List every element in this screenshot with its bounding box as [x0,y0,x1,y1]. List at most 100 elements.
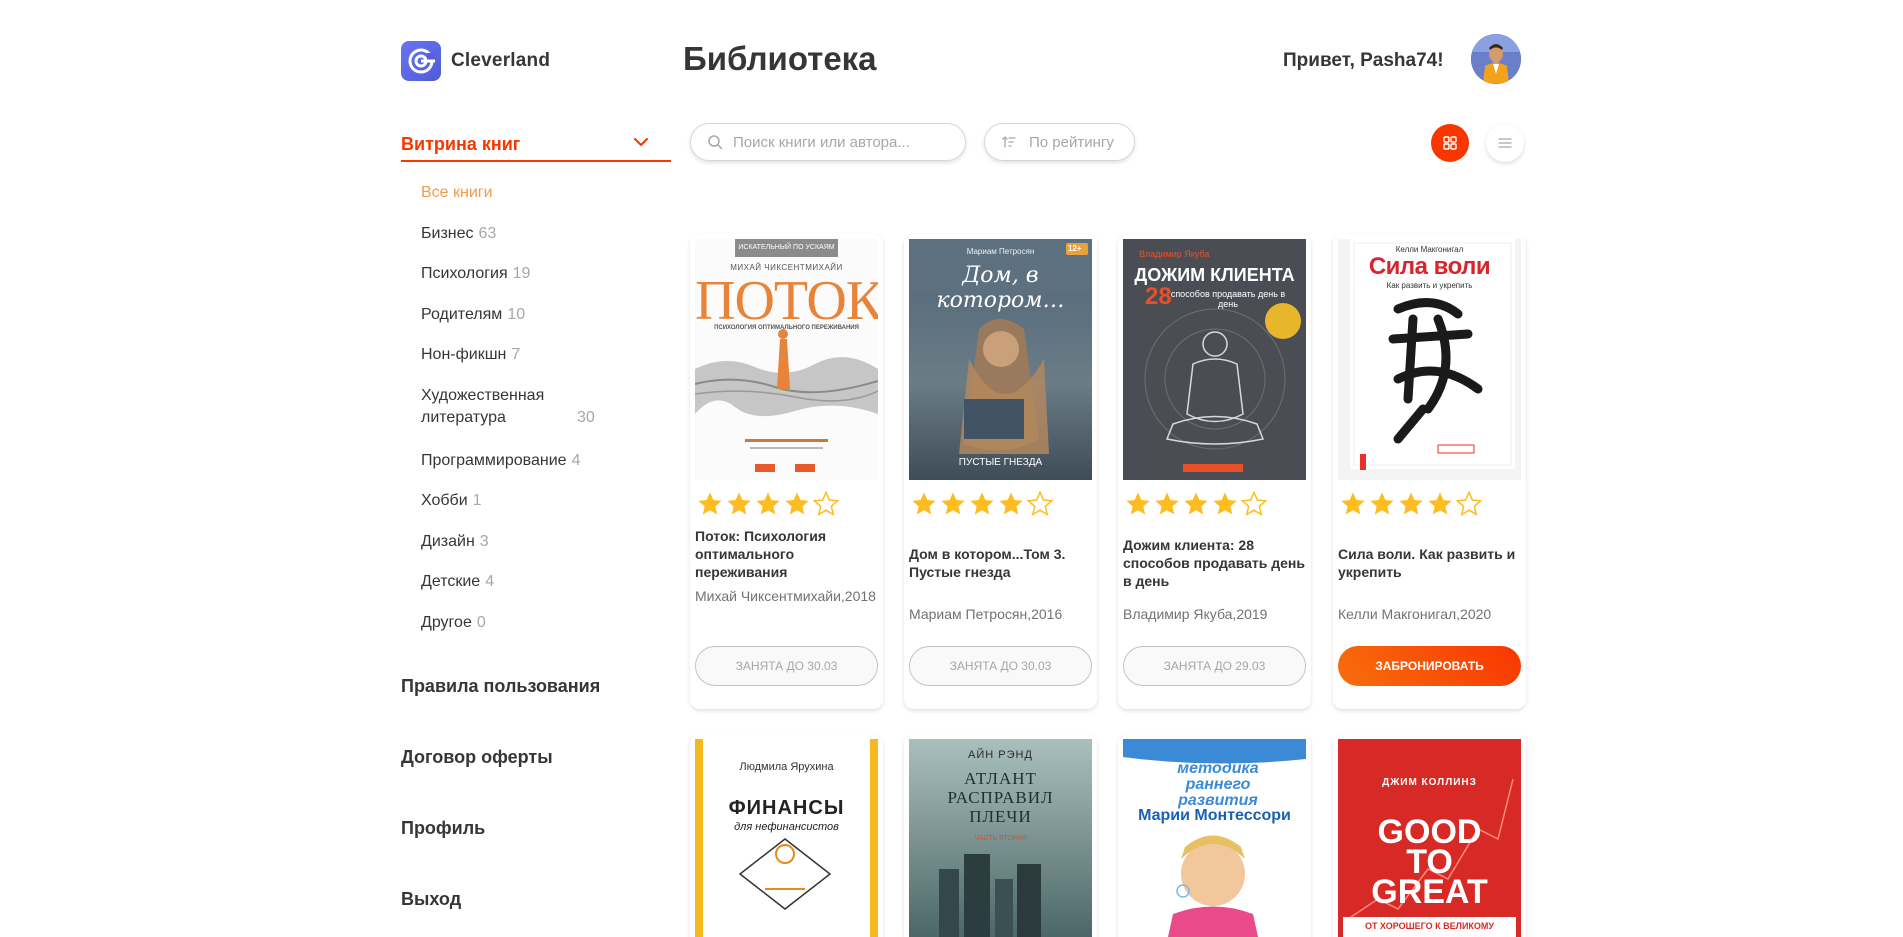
genre-name: Нон-фикшн [421,346,507,363]
star-filled-icon [785,492,809,515]
genre-count: 19 [512,265,531,282]
sidebar: Витрина книг Все книги Бизнес 63 Психоло… [401,120,671,937]
genre-item-hobby[interactable]: Хобби 1 [421,484,671,525]
star-empty-icon [812,490,840,517]
book-cover: Людмила Ярухина ФИНАНСЫ для нефинансисто… [695,739,878,937]
genre-count: 3 [479,532,489,550]
star-filled-icon [1370,492,1394,515]
showcase-label: Витрина книг [401,133,521,154]
genre-item-fiction[interactable]: Художественная литература 30 [421,379,671,444]
genre-name: Все книги [421,184,493,201]
cover-author: Людмила Ярухина [739,761,834,773]
genre-count: 0 [476,613,486,631]
grid-view-button[interactable] [1431,124,1469,162]
cover-subtitle: ПУСТЫЕ ГНЕЗДА [958,457,1043,468]
search-icon [708,135,723,150]
star-empty-icon [1026,490,1054,517]
book-card[interactable]: Келли Макгонигал Сила воли Как развить и… [1333,234,1526,709]
star-filled-icon [1126,492,1150,515]
book-cover: Владимир Якуба ДОЖИМ КЛИЕНТА 28 способов… [1123,239,1306,480]
cover-subtitle: ПСИХОЛОГИЯ ОПТИМАЛЬНОГО ПЕРЕЖИВАНИЯ [714,325,859,331]
cover-title: ПОТОК [695,270,878,332]
genre-item-kids[interactable]: Детские 4 [421,565,671,606]
genre-count: 63 [478,224,497,242]
genre-name: Родителям [421,305,503,323]
book-title: Поток: Психология оптимального переживан… [695,528,827,580]
genre-name: Другое [421,613,472,631]
book-busy-button[interactable]: Занята до 29.03 [1123,646,1306,686]
star-filled-icon [1399,492,1423,515]
book-cover: ДЖИМ КОЛЛИНЗ GOOD TO GREAT ОТ ХОРОШЕГО К… [1338,739,1521,937]
star-filled-icon [970,492,994,515]
book-cover: Келли Макгонигал Сила воли Как развить и… [1338,239,1521,480]
cover-title: GOOD TO GREAT [1371,813,1488,911]
list-view-button[interactable] [1486,124,1524,162]
page-title: Библиотека [683,40,877,77]
book-card[interactable]: АЙН РЭНД АТЛАНТ РАСПРАВИЛ ПЛЕЧИ ЧАСТЬ ВТ… [904,734,1097,937]
app-name: Cleverland [451,50,551,71]
sort-button[interactable]: По рейтингу [984,123,1135,161]
rating-stars [1124,490,1268,518]
genre-item-all[interactable]: Все книги [421,176,671,217]
book-card[interactable]: ИСКАТЕЛЬНЫЙ ПО УСКАЯМ МИХАЙ ЧИКСЕНТМИХАЙ… [690,234,883,709]
star-filled-icon [1184,492,1208,515]
sidebar-nav: Правила пользования Договор оферты Профи… [401,676,671,937]
book-busy-button[interactable]: Занята до 30.03 [695,646,878,686]
book-card[interactable]: Владимир Якуба ДОЖИМ КЛИЕНТА 28 способов… [1118,234,1311,709]
star-filled-icon [1341,492,1365,515]
genre-name: Психология [421,265,508,282]
genre-count: 10 [507,305,526,323]
chevron-up-icon[interactable] [633,134,649,150]
genre-item-nonfiction[interactable]: Нон-фикшн 7 [421,338,671,379]
genre-item-other[interactable]: Другое 0 [421,606,671,647]
cover-subtitle: способов продавать день в день [1170,289,1286,309]
nav-offer[interactable]: Договор оферты [401,747,671,818]
genre-item-programming[interactable]: Программирование 4 [421,444,671,485]
sort-label: По рейтингу [1029,133,1114,151]
star-empty-icon [1240,490,1268,517]
book-author: Михай Чиксентмихайи,2018 [695,588,876,604]
genre-item-design[interactable]: Дизайн 3 [421,525,671,566]
search-input[interactable] [733,133,943,151]
cover-author: Мариам Петросян [966,247,1035,256]
book-author: Келли Макгонигал,2020 [1338,606,1492,622]
cover-series: ИСКАТЕЛЬНЫЙ ПО УСКАЯМ [738,244,835,251]
star-filled-icon [698,492,722,515]
search-box[interactable] [690,123,966,161]
genre-item-psychology[interactable]: Психология 19 [421,257,671,298]
cover-title: АТЛАНТ РАСПРАВИЛ ПЛЕЧИ [947,769,1054,826]
nav-logout[interactable]: Выход [401,889,671,937]
cover-title: Сила воли [1368,253,1491,280]
book-busy-button[interactable]: Занята до 30.03 [909,646,1092,686]
book-author: Мариам Петросян,2016 [909,606,1063,622]
book-title: Сила воли. Как развить и укрепить [1338,546,1516,580]
genre-item-parents[interactable]: Родителям 10 [421,298,671,339]
book-title: Дожим клиента: 28 способов продавать ден… [1123,537,1305,589]
genre-name: Бизнес [421,224,474,242]
cover-subtitle: ОТ ХОРОШЕГО К ВЕЛИКОМУ [1364,921,1495,931]
book-card[interactable]: методика раннего развития Марии Монтессо… [1118,734,1311,937]
avatar[interactable] [1471,34,1521,84]
cover-author: АЙН РЭНД [968,749,1033,761]
genre-count: 4 [571,451,581,469]
book-card[interactable]: Людмила Ярухина ФИНАНСЫ для нефинансисто… [690,734,883,937]
cover-age: 12+ [1068,244,1082,253]
nav-terms[interactable]: Правила пользования [401,676,671,747]
book-author: Владимир Якуба,2019 [1123,606,1268,622]
cover-author: Марии Монтессори [1138,807,1291,824]
sort-icon [1002,136,1016,148]
star-filled-icon [1213,492,1237,515]
book-card[interactable]: ДЖИМ КОЛЛИНЗ GOOD TO GREAT ОТ ХОРОШЕГО К… [1333,734,1526,937]
rating-stars [910,490,1054,518]
user-greeting: Привет, Pasha74! [1283,50,1444,71]
genre-name: Хобби [421,492,468,509]
nav-profile[interactable]: Профиль [401,818,671,889]
book-card[interactable]: Мариам Петросян Дом, в котором… ПУСТЫЕ Г… [904,234,1097,709]
logo[interactable]: Cleverland [401,41,550,81]
cover-title: Дом, в котором… [936,263,1065,313]
showcase-menu-toggle[interactable]: Витрина книг [401,120,671,162]
star-filled-icon [1428,492,1452,515]
genre-item-business[interactable]: Бизнес 63 [421,217,671,258]
book-reserve-button[interactable]: Забронировать [1338,646,1521,686]
genre-name: Художественная литература [421,386,545,426]
